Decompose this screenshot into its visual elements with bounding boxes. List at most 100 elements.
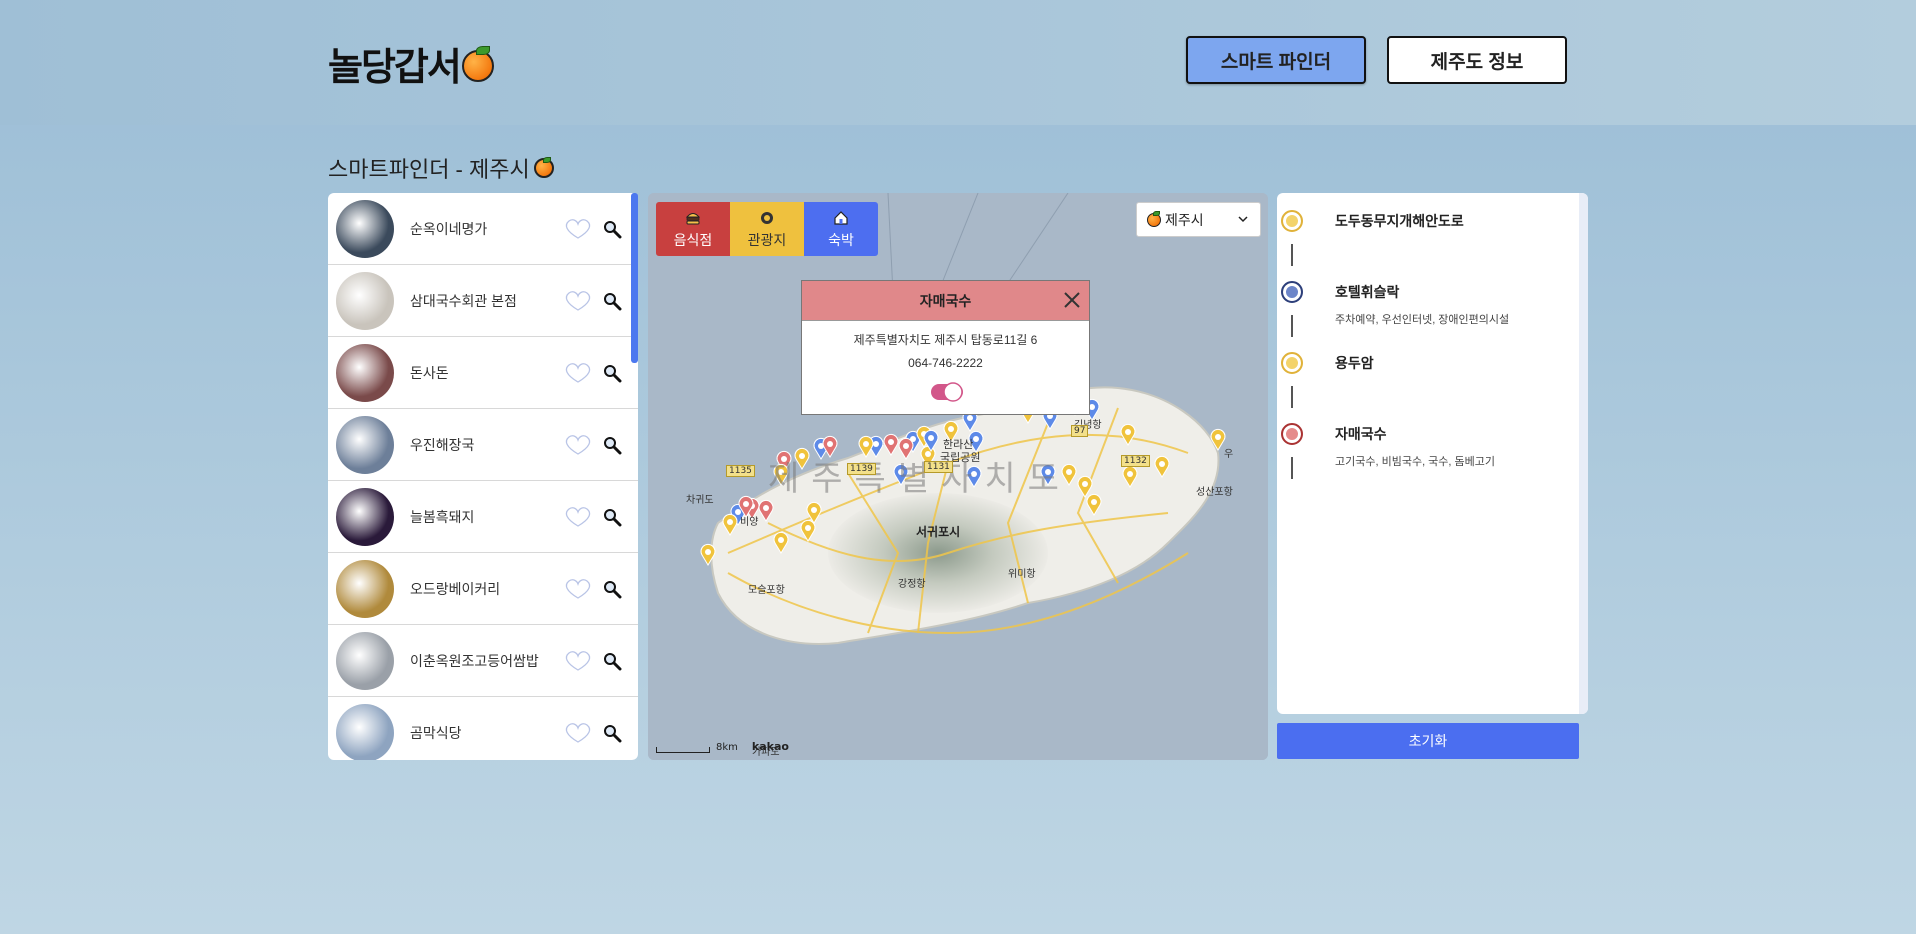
popup-phone: 064-746-2222 [908,356,983,370]
place-name: 곰막식당 [410,724,462,741]
place-thumbnail [336,343,394,402]
stop-connector [1291,315,1293,337]
stop-name: 용두암 [1335,355,1374,371]
map[interactable]: 제주특별자치도 주시 서귀포시 한라산 국립공원 김녕항 성산포항 차귀도 강정… [648,193,1268,760]
place-thumbnail [336,487,394,546]
place-thumbnail [336,271,394,330]
map-label-chagwido: 차귀도 [686,495,714,506]
orange-icon [533,157,554,178]
heart-icon[interactable] [562,362,594,384]
search-icon[interactable] [602,363,622,383]
road-number-badge: 97 [1071,425,1089,437]
scale-bar [656,747,710,753]
tab-food[interactable]: 음식점 [656,202,730,256]
stop-connector [1291,386,1293,408]
map-label-u: 우 [1224,449,1234,460]
reset-button[interactable]: 초기화 [1277,723,1579,759]
place-list: 순옥이네명가삼대국수회관 본점돈사돈우진해장국늘봄흑돼지오드랑베이커리이춘옥원조… [328,193,638,760]
scale-label: 8km [716,742,738,753]
road-number-badge: 1139 [847,463,876,475]
tab-stay-label: 숙박 [828,232,854,248]
search-icon[interactable] [602,435,622,455]
page-title-text: 스마트파인더 - 제주시 [328,157,530,182]
place-name: 순옥이네명가 [410,220,488,237]
logo-text: 놀당갑서 [328,45,462,89]
page-title: 스마트파인더 - 제주시 [328,152,554,184]
route-panel: 도두동무지개해안도로호텔휘슬락주차예약, 우선인터넷, 장애인편의시설용두암자매… [1277,193,1588,714]
heart-icon[interactable] [562,218,594,240]
house-icon [834,211,848,225]
place-name: 오드랑베이커리 [410,580,501,597]
heart-icon[interactable] [562,722,594,744]
tab-tour-label: 관광지 [747,232,787,248]
region-select[interactable]: 제주시 [1136,202,1261,237]
heart-icon[interactable] [562,578,594,600]
popup-title: 자매국수 [919,292,972,309]
heart-icon[interactable] [562,290,594,312]
map-label-seogwipo: 서귀포시 [916,525,961,539]
close-icon[interactable] [1063,291,1081,309]
place-name: 돈사돈 [410,364,449,381]
burger-icon [685,213,701,225]
map-label-gangjeong: 강정항 [898,579,926,590]
select-toggle[interactable] [930,381,964,403]
popup-address: 제주특별자치도 제주시 탑동로11길 6 [853,333,1038,347]
list-item[interactable]: 늘봄흑돼지 [328,481,638,553]
heart-icon[interactable] [562,434,594,456]
list-item[interactable]: 삼대국수회관 본점 [328,265,638,337]
jeju-info-button[interactable]: 제주도 정보 [1387,36,1567,84]
search-icon[interactable] [602,651,622,671]
stop-marker-icon [1281,352,1303,374]
stop-marker-icon [1281,210,1303,232]
stop-tags: 주차예약, 우선인터넷, 장애인편의시설 [1335,314,1510,326]
map-label-moseulpo: 모슬포항 [748,585,785,596]
road-number-badge: 1131 [924,461,953,473]
place-name: 우진해장국 [410,436,475,453]
place-thumbnail [336,631,394,690]
list-item[interactable]: 이춘옥원조고등어쌈밥 [328,625,638,697]
heart-icon[interactable] [562,506,594,528]
map-scale: 8km kakao [656,740,789,753]
place-thumbnail [336,559,394,618]
place-thumbnail [336,199,394,258]
map-label-seongsan: 성산포항 [1196,487,1233,498]
smart-finder-button[interactable]: 스마트 파인더 [1186,36,1366,84]
top-bar [0,0,1916,125]
heart-icon[interactable] [562,650,594,672]
place-popup: 자매국수 제주특별자치도 제주시 탑동로11길 6 064-746-2222 [801,280,1090,415]
stop-tags: 고기국수, 비빔국수, 국수, 돔베고기 [1335,456,1496,468]
map-provider-logo[interactable]: kakao [752,740,789,753]
list-item[interactable]: 오드랑베이커리 [328,553,638,625]
place-list-scrollbar[interactable] [631,193,638,363]
region-select-value: 제주시 [1165,211,1204,228]
category-tabs: 음식점 관광지 숙박 [656,202,878,256]
logo[interactable]: 놀당갑서 [328,36,494,91]
tab-food-label: 음식점 [673,232,713,248]
search-icon[interactable] [602,291,622,311]
stop-marker-icon [1281,423,1303,445]
road-number-badge: 1135 [726,465,755,477]
list-item[interactable]: 우진해장국 [328,409,638,481]
stop-name: 자매국수 [1335,426,1387,442]
list-item[interactable]: 곰막식당 [328,697,638,760]
stop-name: 호텔휘슬락 [1335,284,1400,300]
list-item[interactable]: 순옥이네명가 [328,193,638,265]
stop-connector [1291,244,1293,266]
tab-stay[interactable]: 숙박 [804,202,878,256]
list-item[interactable]: 돈사돈 [328,337,638,409]
orange-icon [1147,211,1161,227]
stop-marker-icon [1281,281,1303,303]
place-name: 삼대국수회관 본점 [410,292,517,309]
tab-tour[interactable]: 관광지 [730,202,804,256]
search-icon[interactable] [602,723,622,743]
stop-name: 도두동무지개해안도로 [1335,213,1464,229]
map-label-bi: 비양 [740,517,759,528]
place-thumbnail [336,415,394,474]
search-icon[interactable] [602,507,622,527]
popup-header: 자매국수 [802,281,1089,321]
place-name: 늘봄흑돼지 [410,508,475,525]
search-icon[interactable] [602,219,622,239]
search-icon[interactable] [602,579,622,599]
route-panel-scrollbar[interactable] [1579,193,1588,714]
road-number-badge: 1132 [1121,455,1150,467]
